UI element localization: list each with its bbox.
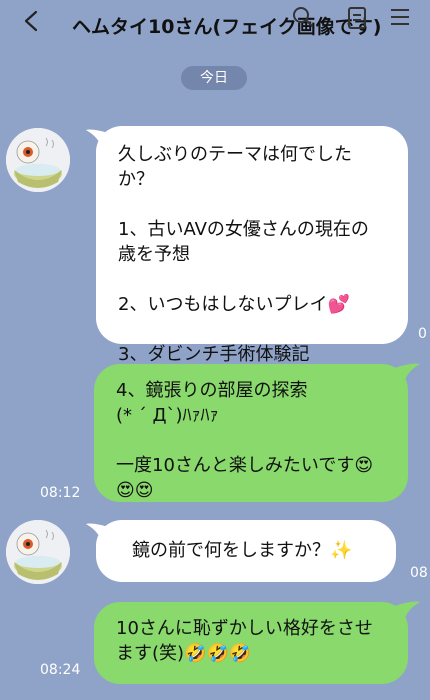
incoming-message[interactable]: 久しぶりのテーマは何でしたか？ 1、古いAVの女優さんの現在の歳を予想 2、いつ… — [96, 126, 408, 365]
menu-icon[interactable] — [390, 8, 410, 26]
message-time: 08 — [410, 565, 428, 581]
message-time: 08:24 — [40, 662, 81, 678]
outgoing-message[interactable]: 4、鏡張りの部屋の探索 (* ´ Д`)ﾊｧﾊｧ 一度10さんと楽しみたいです😍… — [94, 364, 408, 502]
chat-header: ヘムタイ10さん(フェイク画像です) — [0, 0, 430, 52]
message-time: 08:12 — [40, 485, 81, 501]
message-time: 0 — [418, 326, 427, 342]
message-text: 10さんに恥ずかしい格好をさせます(笑)🤣🤣🤣 — [116, 618, 373, 664]
avatar[interactable] — [6, 520, 70, 584]
message-text: 鏡の前で何をしますか？✨ — [132, 540, 353, 561]
message-text: 4、鏡張りの部屋の探索 (* ´ Д`)ﾊｧﾊｧ 一度10さんと楽しみたいです😍… — [116, 380, 374, 501]
avatar[interactable] — [6, 128, 70, 192]
date-separator: 今日 — [181, 66, 247, 90]
outgoing-message[interactable]: 10さんに恥ずかしい格好をさせます(笑)🤣🤣🤣 — [94, 602, 408, 684]
incoming-message[interactable]: 鏡の前で何をしますか？✨ — [96, 520, 396, 582]
message-text: 久しぶりのテーマは何でしたか？ 1、古いAVの女優さんの現在の歳を予想 2、いつ… — [118, 144, 369, 365]
back-icon[interactable] — [22, 10, 40, 32]
notes-icon[interactable] — [347, 6, 367, 30]
search-icon[interactable] — [292, 6, 314, 28]
